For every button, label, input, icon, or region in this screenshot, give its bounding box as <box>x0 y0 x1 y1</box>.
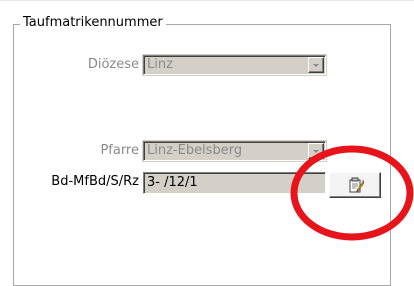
bdmfbd-label: Bd-MfBd/S/Rz <box>51 174 139 189</box>
groupbox-title: Taufmatrikennummer <box>20 15 166 31</box>
edit-button[interactable] <box>329 172 381 198</box>
pfarre-label: Pfarre <box>100 143 139 158</box>
bdmfbd-input[interactable]: 3- /12/1 <box>143 172 326 194</box>
pfarre-combobox[interactable]: Linz-Ebelsberg <box>143 141 326 161</box>
dioezese-value: Linz <box>147 57 173 72</box>
notepad-pencil-icon <box>349 177 364 193</box>
dioezese-label: Diözese <box>87 57 139 72</box>
window-top-edge <box>0 0 414 1</box>
pfarre-value: Linz-Ebelsberg <box>147 143 243 158</box>
chevron-down-icon <box>313 150 319 153</box>
dioezese-combobox[interactable]: Linz <box>143 55 326 75</box>
pfarre-dropdown-button[interactable] <box>308 143 324 159</box>
bdmfbd-value: 3- /12/1 <box>147 175 198 190</box>
dioezese-dropdown-button[interactable] <box>308 57 324 73</box>
chevron-down-icon <box>313 64 319 67</box>
